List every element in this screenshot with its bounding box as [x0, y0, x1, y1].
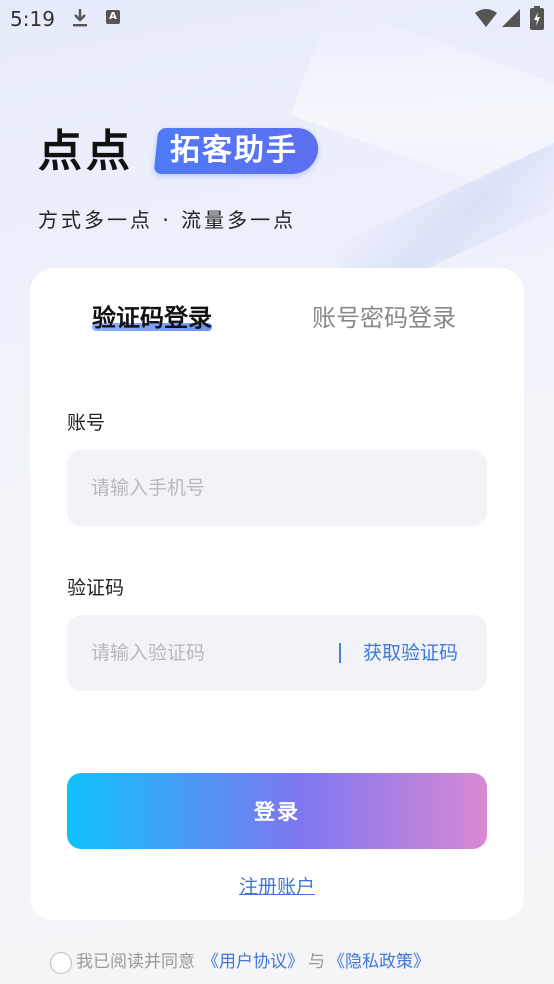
tab-sms-login[interactable]: 验证码登录 [92, 298, 212, 333]
code-label: 验证码 [67, 577, 125, 599]
tab-label: 验证码登录 [92, 304, 212, 332]
download-icon [73, 9, 87, 27]
divider [339, 643, 341, 663]
agreement-checkbox[interactable] [50, 952, 72, 974]
agreement-text: 我已阅读并同意 [76, 952, 195, 972]
tab-label: 账号密码登录 [312, 304, 456, 332]
login-button[interactable]: 登录 [67, 773, 487, 849]
tab-password-login[interactable]: 账号密码登录 [312, 298, 456, 333]
code-field-box: 获取验证码 [67, 615, 487, 691]
wifi-icon [475, 9, 497, 27]
battery-icon [530, 6, 544, 30]
user-agreement-link[interactable]: 《用户协议》 [202, 950, 304, 974]
status-bar: 5:19 A [0, 0, 554, 36]
phone-input[interactable] [67, 450, 487, 526]
brand-subtitle: 拓客助手 [170, 133, 298, 168]
status-time: 5:19 [10, 7, 55, 31]
signal-icon [502, 9, 520, 27]
register-link[interactable]: 注册账户 [30, 872, 524, 899]
login-card: 验证码登录 账号密码登录 账号 验证码 获取验证码 登录 注册账户 [30, 268, 524, 920]
brand-title: 点点 [38, 126, 134, 177]
account-field-box [67, 450, 487, 526]
a-icon: A [106, 10, 120, 24]
slogan: 方式多一点 · 流量多一点 [38, 208, 297, 232]
agreement-and-text: 与 [308, 952, 325, 972]
verification-code-input[interactable] [67, 615, 327, 691]
get-code-button[interactable]: 获取验证码 [363, 615, 458, 691]
privacy-policy-link[interactable]: 《隐私政策》 [328, 950, 430, 974]
account-label: 账号 [67, 412, 106, 434]
